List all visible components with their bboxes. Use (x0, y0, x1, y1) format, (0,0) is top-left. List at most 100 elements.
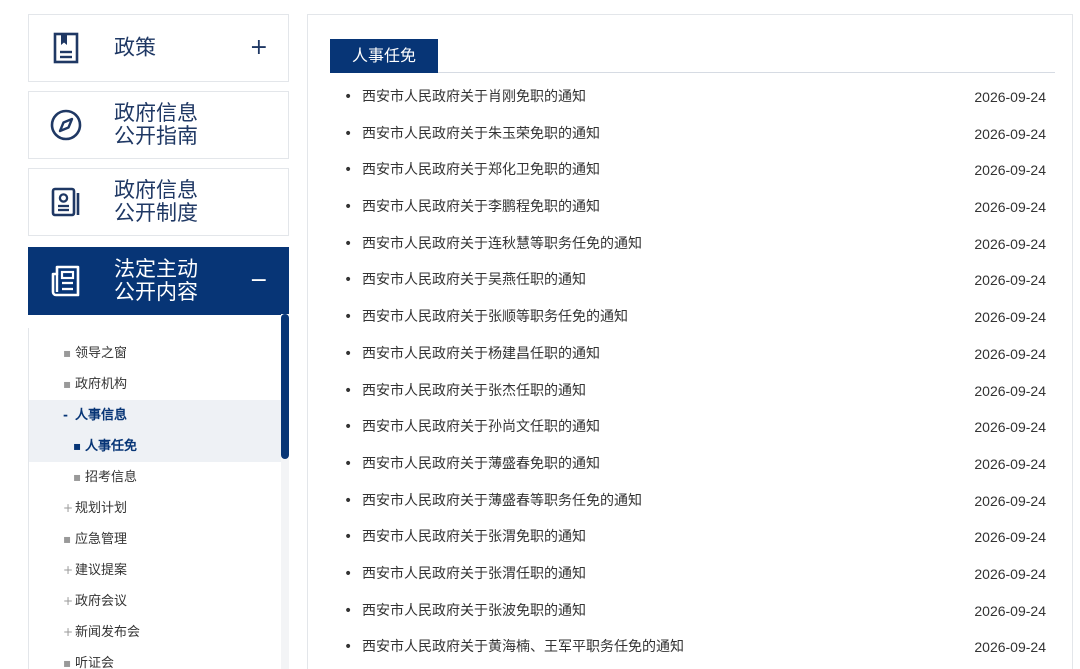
list-item-date: 2026-09-24 (974, 492, 1046, 509)
list-item[interactable]: • 西安市人民政府关于朱玉荣免职的通知 2026-09-24 (330, 116, 1055, 153)
submenu-item-recruitment[interactable]: ▪ 招考信息 (29, 462, 287, 493)
submenu-item-meetings[interactable]: + 政府会议 (29, 586, 287, 617)
expand-icon: + (63, 625, 74, 639)
list-item-date: 2026-09-24 (974, 235, 1046, 252)
list-item[interactable]: • 西安市人民政府关于薄盛春免职的通知 2026-09-24 (330, 446, 1055, 483)
list-item-date: 2026-09-24 (974, 382, 1046, 399)
bullet-icon: • (344, 455, 353, 472)
submenu-item-label: 新闻发布会 (75, 625, 141, 640)
tab-appointments[interactable]: 人事任免 (330, 39, 439, 73)
list-item[interactable]: • 西安市人民政府关于张波免职的通知 2026-09-24 (330, 593, 1055, 630)
bullet-icon: • (344, 272, 353, 289)
list-item-date: 2026-09-24 (974, 639, 1046, 656)
submenu-item-personnel[interactable]: - 人事信息 (29, 400, 287, 431)
submenu-item-label: 人事信息 (75, 408, 128, 423)
bullet-icon: • (344, 382, 353, 399)
main-content: 人事任免 • 西安市人民政府关于肖刚免职的通知 2026-09-24 • 西安市人民政府… (307, 14, 1073, 669)
list-item-title[interactable]: 西安市人民政府关于张顺等职务任免的通知 (362, 299, 628, 336)
expand-icon: + (63, 563, 74, 577)
list-item[interactable]: • 西安市人民政府关于薄盛春等职务任免的通知 2026-09-24 (330, 483, 1055, 520)
list-item[interactable]: • 西安市人民政府关于吴燕任职的通知 2026-09-24 (330, 262, 1055, 299)
list-item-title[interactable]: 西安市人民政府关于杨建昌任职的通知 (362, 336, 600, 373)
bullet-icon: • (344, 162, 353, 179)
list-item[interactable]: • 西安市人民政府关于黄海楠、王军平职务任免的通知 2026-09-24 (330, 629, 1055, 666)
list-item-title[interactable]: 西安市人民政府关于朱玉荣免职的通知 (362, 116, 600, 153)
list-item-title[interactable]: 西安市人民政府关于张渭免职的通知 (362, 519, 586, 556)
sidebar-card-statutory-content[interactable]: 法定主动 公开内容 − (28, 247, 289, 315)
news-list: • 西安市人民政府关于肖刚免职的通知 2026-09-24 • 西安市人民政府关于朱玉荣… (330, 79, 1055, 666)
bullet-icon: ▪ (63, 346, 72, 360)
submenu-item-proposals[interactable]: + 建议提案 (29, 555, 287, 586)
submenu-item-appointments[interactable]: ▪ 人事任免 (29, 431, 287, 462)
bullet-icon: • (344, 419, 353, 436)
submenu-item-plans[interactable]: + 规划计划 (29, 493, 287, 524)
sidebar: 政策 + 政府信息 公开指南 政府信息 公开制度 法定主动 公开内容 − ▪ 领… (28, 14, 289, 669)
sidebar-card-disclosure-system[interactable]: 政府信息 公开制度 (28, 168, 289, 236)
bullet-icon: ▪ (63, 532, 72, 546)
submenu-item-label: 建议提案 (75, 563, 128, 578)
list-item-title[interactable]: 西安市人民政府关于吴燕任职的通知 (362, 262, 586, 299)
list-item-date: 2026-09-24 (974, 162, 1046, 179)
list-item-date: 2026-09-24 (974, 125, 1046, 142)
submenu-item-label: 应急管理 (75, 532, 128, 547)
list-item[interactable]: • 西安市人民政府关于连秋慧等职务任免的通知 2026-09-24 (330, 226, 1055, 263)
bullet-icon: ▪ (73, 470, 82, 484)
sidebar-scrollbar-thumb[interactable] (281, 314, 289, 459)
list-item-title[interactable]: 西安市人民政府关于张波免职的通知 (362, 593, 586, 630)
list-item-title[interactable]: 西安市人民政府关于李鹏程免职的通知 (362, 189, 600, 226)
list-item-date: 2026-09-24 (974, 89, 1046, 105)
bullet-icon: • (344, 345, 353, 362)
sidebar-submenu: ▪ 领导之窗 ▪ 政府机构 - 人事信息 ▪ 人事任免 ▪ 招考信息 + 规划计… (28, 328, 289, 669)
bullet-icon: ▪ (63, 656, 72, 669)
list-item-title[interactable]: 西安市人民政府关于肖刚免职的通知 (362, 79, 586, 116)
list-item[interactable]: • 西安市人民政府关于李鹏程免职的通知 2026-09-24 (330, 189, 1055, 226)
list-item[interactable]: • 西安市人民政府关于杨建昌任职的通知 2026-09-24 (330, 336, 1055, 373)
submenu-item-agencies[interactable]: ▪ 政府机构 (29, 369, 287, 400)
list-item-title[interactable]: 西安市人民政府关于黄海楠、王军平职务任免的通知 (362, 629, 684, 666)
collapse-icon[interactable]: − (250, 270, 268, 292)
submenu-item-leaders[interactable]: ▪ 领导之窗 (29, 338, 287, 369)
bullet-icon: • (344, 602, 353, 619)
list-item-date: 2026-09-24 (974, 272, 1046, 289)
sidebar-card-disclosure-guide[interactable]: 政府信息 公开指南 (28, 91, 289, 159)
list-item-title[interactable]: 西安市人民政府关于张渭任职的通知 (362, 556, 586, 593)
submenu-item-label: 政府会议 (75, 594, 128, 609)
sidebar-card-label: 法定主动 公开内容 (114, 257, 198, 304)
list-item-date: 2026-09-24 (974, 345, 1046, 362)
bullet-icon: • (344, 235, 353, 252)
list-item[interactable]: • 西安市人民政府关于郑化卫免职的通知 2026-09-24 (330, 152, 1055, 189)
expand-icon: + (63, 501, 74, 515)
list-item-title[interactable]: 西安市人民政府关于薄盛春免职的通知 (362, 446, 600, 483)
list-item[interactable]: • 西安市人民政府关于张渭免职的通知 2026-09-24 (330, 519, 1055, 556)
submenu-item-hearings[interactable]: ▪ 听证会 (29, 648, 287, 669)
bullet-icon: ▪ (73, 439, 82, 453)
list-item-title[interactable]: 西安市人民政府关于郑化卫免职的通知 (362, 152, 600, 189)
list-item-date: 2026-09-24 (974, 455, 1046, 472)
list-item[interactable]: • 西安市人民政府关于张杰任职的通知 2026-09-24 (330, 373, 1055, 410)
expand-icon[interactable]: + (250, 37, 268, 59)
list-item[interactable]: • 西安市人民政府关于孙尚文任职的通知 2026-09-24 (330, 409, 1055, 446)
list-item[interactable]: • 西安市人民政府关于肖刚免职的通知 2026-09-24 (330, 79, 1055, 116)
list-item-title[interactable]: 西安市人民政府关于薄盛春等职务任免的通知 (362, 483, 642, 520)
document-icon (53, 32, 79, 64)
bullet-icon: • (344, 492, 353, 509)
submenu-item-press[interactable]: + 新闻发布会 (29, 617, 287, 648)
list-item[interactable]: • 西安市人民政府关于张渭任职的通知 2026-09-24 (330, 556, 1055, 593)
list-item-title[interactable]: 西安市人民政府关于连秋慧等职务任免的通知 (362, 226, 642, 263)
sidebar-card-label: 政府信息 公开制度 (114, 178, 198, 225)
bullet-icon: • (344, 639, 353, 656)
submenu-item-emergency[interactable]: ▪ 应急管理 (29, 524, 287, 555)
list-item[interactable]: • 西安市人民政府关于张顺等职务任免的通知 2026-09-24 (330, 299, 1055, 336)
bullet-icon: • (344, 529, 353, 546)
list-item-title[interactable]: 西安市人民政府关于张杰任职的通知 (362, 373, 586, 410)
sidebar-card-label: 政府信息 公开指南 (114, 101, 198, 148)
bullet-icon: • (344, 199, 353, 216)
bullet-icon: • (344, 565, 353, 582)
collapse-icon: - (63, 408, 68, 422)
bullet-icon: • (344, 309, 353, 326)
list-item-title[interactable]: 西安市人民政府关于孙尚文任职的通知 (362, 409, 600, 446)
submenu-item-label: 规划计划 (75, 501, 128, 516)
sidebar-card-policy[interactable]: 政策 + (28, 14, 289, 82)
sidebar-card-label: 政策 (114, 35, 156, 60)
bullet-icon: ▪ (63, 377, 72, 391)
